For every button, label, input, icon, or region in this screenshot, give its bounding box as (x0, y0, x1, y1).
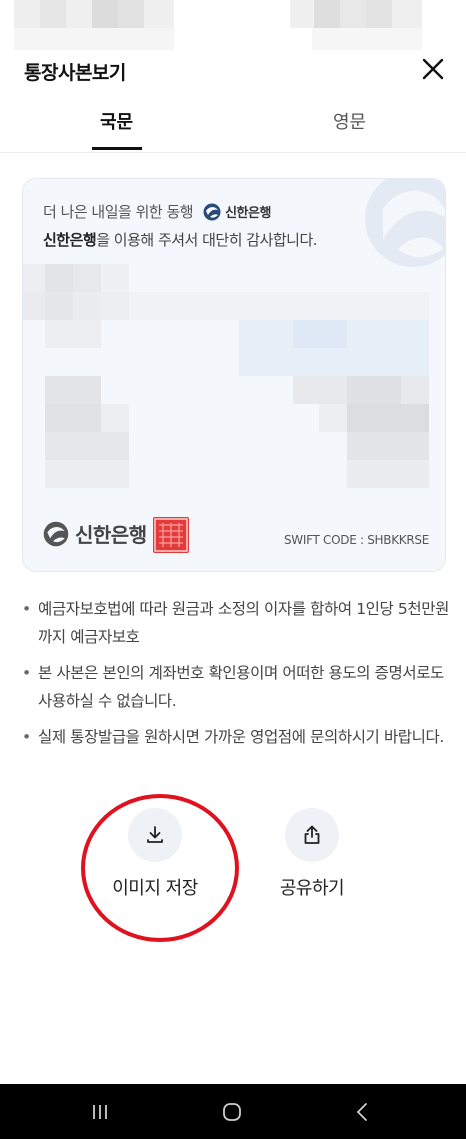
home-icon (223, 1103, 241, 1121)
card-greeting: 신한은행을 이용해 주셔서 대단히 감사합니다. (43, 229, 318, 250)
notice-item: 실제 통장발급을 원하시면 가까운 영업점에 문의하시기 바랍니다. (22, 723, 452, 751)
close-button[interactable] (418, 54, 448, 84)
notice-list: 예금자보호법에 따라 원금과 소정의 이자를 합하여 1인당 5천만원까지 예금… (22, 595, 452, 759)
notice-item: 예금자보호법에 따라 원금과 소정의 이자를 합하여 1인당 5천만원까지 예금… (22, 595, 452, 651)
close-icon (422, 58, 444, 80)
inline-logo-text: 신한은행 (225, 206, 271, 221)
shinhan-logo-icon (43, 521, 69, 546)
notice-item: 본 사본은 본인의 계좌번호 확인용이며 어떠한 용도의 증명서로도 사용하실 … (22, 659, 452, 715)
swift-code: SWIFT CODE : SHBKKRSE (283, 533, 429, 547)
redacted-account-info (23, 264, 445, 489)
share-button[interactable]: 공유하기 (252, 808, 372, 900)
share-icon (304, 825, 320, 844)
share-label: 공유하기 (279, 878, 345, 899)
save-image-label: 이미지 저장 (112, 878, 198, 899)
card-slogan: 더 나은 내일을 위한 동행 신한은행 (43, 201, 271, 222)
back-button[interactable] (342, 1098, 382, 1126)
language-tabs: 국문 영문 (0, 100, 466, 153)
card-bank-name: 신한은행 (75, 523, 147, 547)
inline-bank-logo: 신한은행 (203, 202, 271, 221)
shinhan-logo-icon (203, 203, 221, 220)
card-bank-logo: 신한은행 (43, 519, 147, 548)
home-button[interactable] (212, 1098, 252, 1126)
tab-korean[interactable]: 국문 (0, 100, 233, 152)
active-tab-indicator (92, 147, 142, 150)
system-navigation-bar (0, 1084, 466, 1139)
page-title: 통장사본보기 (24, 62, 126, 84)
greeting-bank-name: 신한은행 (43, 231, 97, 249)
share-icon-circle (285, 808, 339, 862)
bank-seal-stamp (153, 517, 189, 553)
tab-english[interactable]: 영문 (233, 100, 466, 152)
download-icon (147, 826, 163, 843)
save-icon-circle (128, 808, 182, 862)
save-image-button[interactable]: 이미지 저장 (95, 808, 215, 900)
bankbook-card: 더 나은 내일을 위한 동행 신한은행 신한은행을 이용해 주셔서 대단히 감사… (22, 178, 446, 572)
blurred-status-area (0, 0, 466, 52)
greeting-text: 을 이용해 주셔서 대단히 감사합니다. (96, 231, 318, 249)
back-icon (356, 1103, 367, 1121)
page-header: 통장사본보기 (0, 52, 466, 92)
slogan-text: 더 나은 내일을 위한 동행 (43, 203, 194, 221)
recent-apps-icon (93, 1105, 107, 1119)
recent-apps-button[interactable] (80, 1098, 120, 1126)
